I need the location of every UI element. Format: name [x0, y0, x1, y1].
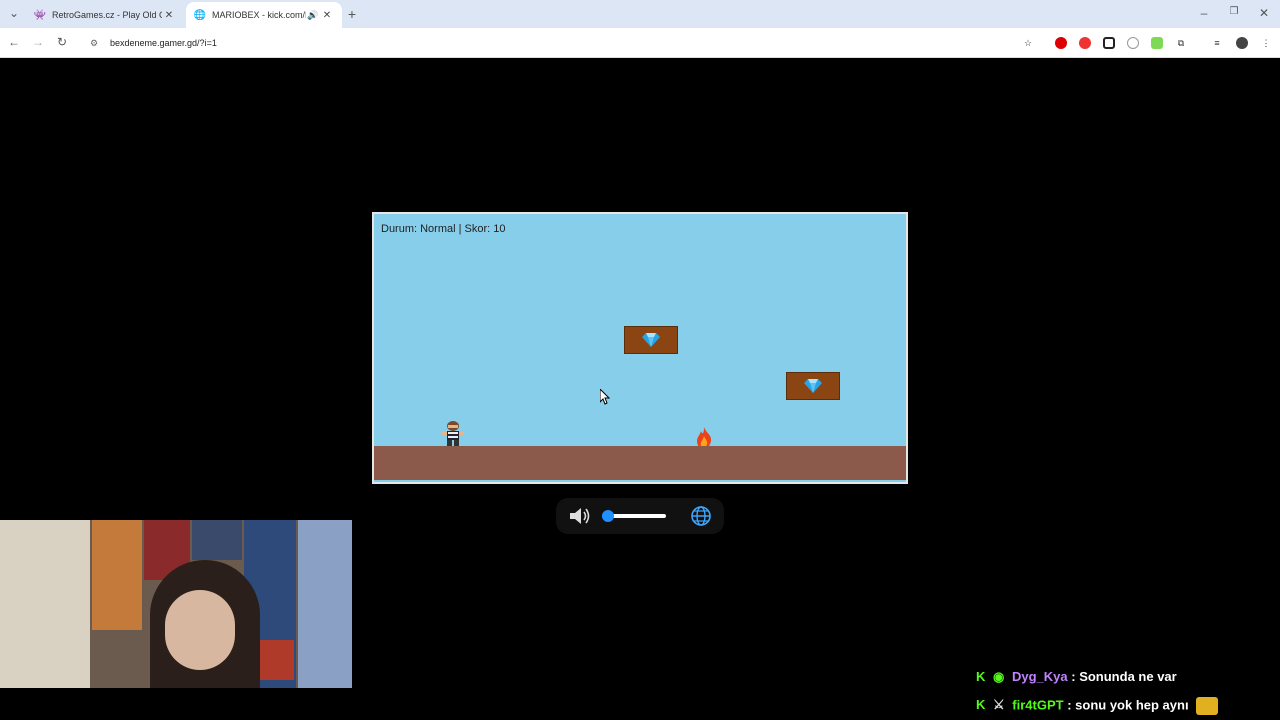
shield-extension-icon[interactable]: [1127, 37, 1139, 49]
chat-message: K ⚔ fir4tGPT : sonu yok hep aynı: [976, 697, 1219, 715]
tab-bar: ⌄ 👾 RetroGames.cz - Play Old Game ✕ 🌐 MA…: [0, 0, 1280, 28]
ground-edge: [374, 480, 906, 482]
volume-knob[interactable]: [602, 510, 615, 522]
brick-block: [624, 326, 678, 354]
profile-avatar-icon[interactable]: [1236, 37, 1248, 49]
tab-list-chevron-icon[interactable]: ⌄: [6, 6, 22, 20]
kick-icon: K: [976, 697, 986, 713]
red-extension-icon[interactable]: [1079, 37, 1091, 49]
reload-icon[interactable]: ↻: [54, 35, 70, 49]
mouse-cursor-icon: [600, 389, 610, 405]
restore-icon[interactable]: ❐: [1226, 6, 1242, 17]
tab-retrogames[interactable]: 👾 RetroGames.cz - Play Old Game ✕: [26, 2, 184, 28]
chat-username[interactable]: Dyg_Kya: [1012, 669, 1068, 684]
url-text: bexdeneme.gamer.gd/?i=1: [110, 38, 217, 48]
globe-icon[interactable]: [690, 505, 712, 527]
extensions-puzzle-icon[interactable]: ⧉: [1175, 37, 1187, 49]
capture-extension-icon[interactable]: [1103, 37, 1115, 49]
tab-mariobex[interactable]: 🌐 MARIOBEX - kick.com/BAR 🔊 ✕: [186, 2, 342, 28]
kick-icon: K: [976, 669, 986, 684]
ground: [374, 446, 906, 480]
minimize-icon[interactable]: –: [1196, 6, 1212, 20]
green-extension-icon[interactable]: [1151, 37, 1163, 49]
badge-icon: ⚔: [993, 697, 1005, 713]
back-icon[interactable]: ←: [6, 35, 22, 49]
volume-slider[interactable]: [602, 510, 666, 522]
bookmark-star-icon[interactable]: ☆: [1022, 37, 1034, 49]
badge-icon: ◉: [993, 669, 1005, 684]
emote-icon: [1196, 697, 1219, 715]
close-tab-icon[interactable]: ✕: [162, 10, 176, 21]
speaker-icon[interactable]: 🔊: [306, 10, 320, 21]
invader-icon: 👾: [33, 9, 47, 21]
brick-block: [786, 372, 840, 400]
browser-toolbar: ← → ↻ ⚙ bexdeneme.gamer.gd/?i=1 ☆ ⧉ ≡ ⋮: [0, 28, 1280, 58]
close-tab-icon[interactable]: ✕: [320, 10, 334, 21]
new-tab-button[interactable]: +: [344, 6, 360, 22]
address-bar[interactable]: ⚙ bexdeneme.gamer.gd/?i=1: [84, 32, 1044, 54]
speaker-icon[interactable]: [568, 506, 592, 526]
media-control-icon[interactable]: ≡: [1211, 37, 1223, 49]
forward-icon[interactable]: →: [30, 35, 46, 49]
player-character-icon: [442, 421, 464, 446]
chat-message: K ◉ Dyg_Kya : Sonunda ne var: [976, 669, 1177, 685]
chat-text: : sonu yok hep aynı: [1067, 697, 1189, 713]
poster: [192, 520, 242, 560]
poster: [92, 520, 142, 630]
opera-extension-icon[interactable]: [1055, 37, 1067, 49]
tab-title: MARIOBEX - kick.com/BAR: [212, 10, 306, 20]
chat-username[interactable]: fir4tGPT: [1012, 697, 1063, 712]
diamond-icon: [642, 333, 660, 347]
audio-controls: [556, 498, 724, 534]
game-canvas[interactable]: Durum: Normal | Skor: 10: [372, 212, 908, 484]
menu-kebab-icon[interactable]: ⋮: [1260, 37, 1272, 49]
person-face: [165, 590, 235, 670]
status-score-text: Durum: Normal | Skor: 10: [381, 223, 506, 235]
site-info-icon[interactable]: ⚙: [90, 38, 104, 49]
chat-text: : Sonunda ne var: [1071, 669, 1177, 684]
globe-icon: 🌐: [193, 9, 207, 21]
diamond-icon: [804, 379, 822, 393]
tab-title: RetroGames.cz - Play Old Game: [52, 10, 162, 20]
close-window-icon[interactable]: ✕: [1256, 6, 1272, 20]
